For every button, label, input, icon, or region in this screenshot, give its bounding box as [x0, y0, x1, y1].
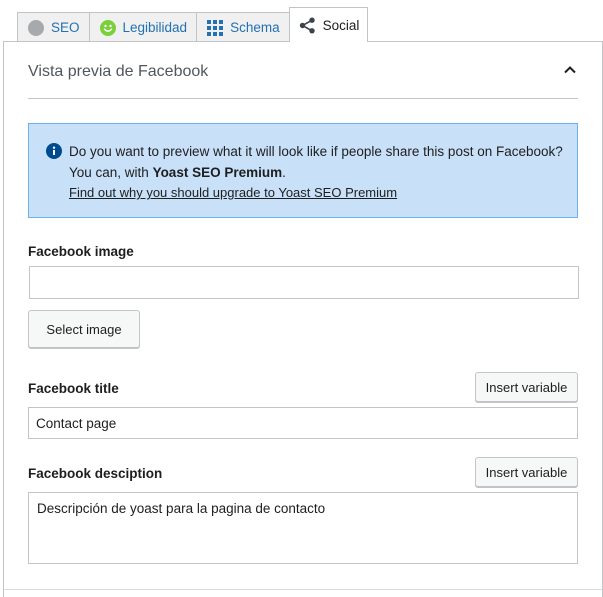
facebook-description-textarea[interactable]: Descripción de yoast para la pagina de c… — [28, 492, 578, 564]
facebook-image-field[interactable] — [29, 266, 579, 299]
facebook-image-label: Facebook image — [28, 244, 134, 259]
panel-divider — [4, 589, 602, 590]
alert-strong-text: Yoast SEO Premium — [152, 164, 283, 180]
share-icon — [299, 17, 316, 34]
tab-legibilidad-label: Legibilidad — [122, 20, 188, 35]
readability-smiley-icon — [99, 19, 116, 36]
tab-social[interactable]: Social — [288, 7, 369, 42]
description-insert-variable-button[interactable]: Insert variable — [475, 457, 578, 487]
tab-schema-label: Schema — [230, 20, 280, 35]
tab-social-label: Social — [322, 17, 360, 33]
facebook-title-input[interactable] — [28, 407, 578, 439]
alert-text: Do you want to preview what it will look… — [69, 144, 563, 180]
metabox-tabs: SEO Legibilidad Schema Social — [17, 7, 369, 42]
seo-score-dot-icon — [28, 19, 44, 36]
info-icon — [46, 143, 62, 164]
alert-message: Do you want to preview what it will look… — [69, 142, 569, 204]
tab-schema[interactable]: Schema — [196, 12, 290, 42]
alert-text-end: . — [282, 164, 286, 180]
schema-grid-icon — [207, 19, 224, 36]
facebook-preview-header[interactable]: Vista previa de Facebook — [28, 60, 578, 99]
chevron-up-icon[interactable] — [562, 62, 578, 78]
facebook-title-label: Facebook title — [28, 381, 119, 396]
tab-seo-label: SEO — [51, 20, 80, 35]
upgrade-link[interactable]: Find out why you should upgrade to Yoast… — [69, 183, 569, 204]
facebook-description-label: Facebook desciption — [28, 466, 163, 481]
tab-seo[interactable]: SEO — [17, 12, 90, 42]
select-image-button[interactable]: Select image — [28, 310, 140, 348]
title-insert-variable-button[interactable]: Insert variable — [475, 372, 578, 402]
premium-upsell-alert: Do you want to preview what it will look… — [28, 123, 578, 218]
section-title: Vista previa de Facebook — [28, 63, 209, 80]
tab-legibilidad[interactable]: Legibilidad — [88, 12, 198, 42]
